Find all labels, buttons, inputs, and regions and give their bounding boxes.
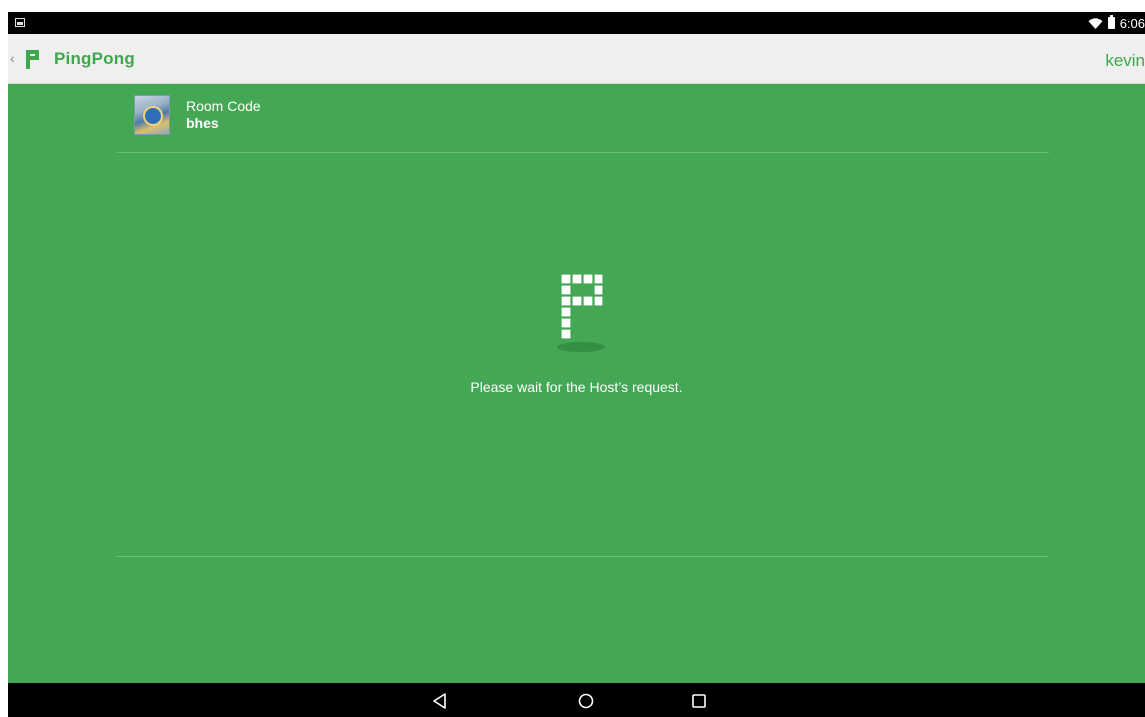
status-time: 6:06 (1119, 15, 1145, 31)
device-screen: 6:06 ‹ PingPong kevin Room Code bhes Ple… (8, 12, 1145, 717)
navigation-bar (8, 683, 1145, 717)
user-name[interactable]: kevin (1105, 51, 1145, 71)
image-notification-icon (15, 18, 25, 27)
pingpong-pixel-logo-icon (560, 273, 604, 340)
wifi-icon (1088, 17, 1103, 29)
room-header: Room Code bhes (117, 84, 1049, 153)
wait-message: Please wait for the Host’s request. (470, 379, 683, 395)
back-icon[interactable] (430, 691, 450, 711)
room-code-label: Room Code (186, 98, 261, 114)
main-content: Room Code bhes Please wait for the Host’… (8, 84, 1145, 683)
battery-icon (1107, 15, 1115, 29)
action-bar: ‹ PingPong kevin (8, 34, 1145, 84)
status-bar: 6:06 (8, 12, 1145, 34)
room-code-value: bhes (186, 115, 219, 131)
room-avatar (134, 95, 170, 135)
status-indicators: 6:06 (1088, 15, 1145, 31)
home-icon[interactable] (576, 691, 596, 711)
app-title[interactable]: PingPong (54, 49, 135, 69)
pingpong-logo-icon[interactable] (24, 48, 42, 70)
divider (117, 556, 1049, 557)
logo-shadow (557, 342, 605, 352)
back-chevron-icon[interactable]: ‹ (10, 51, 15, 65)
recents-icon[interactable] (689, 691, 709, 711)
